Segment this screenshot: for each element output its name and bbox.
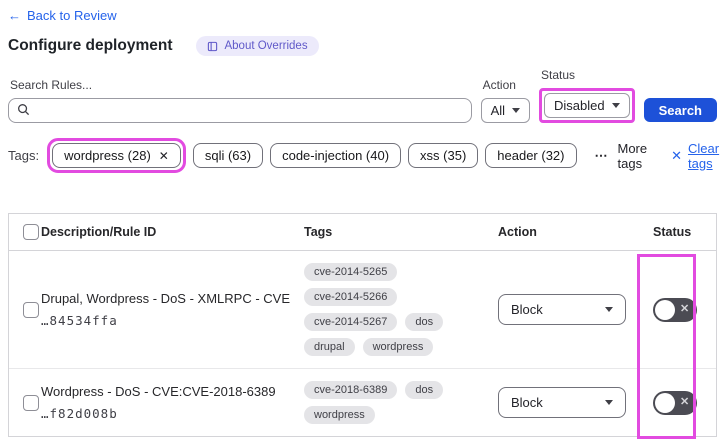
status-filter-select[interactable]: Disabled: [544, 93, 630, 118]
rule-id: …f82d008b: [41, 406, 118, 421]
action-filter-select[interactable]: All: [480, 98, 531, 123]
chevron-down-icon: [512, 108, 521, 113]
rule-tag-pill: cve-2014-5267: [304, 313, 398, 331]
toggle-knob: [655, 392, 675, 413]
back-to-review-link[interactable]: ← Back to Review: [8, 8, 117, 23]
tags-label: Tags:: [8, 148, 40, 163]
action-value: Block: [511, 395, 543, 410]
table-row: Drupal, Wordpress - DoS - XMLRPC - CVE:C…: [9, 251, 716, 369]
selected-tag-highlight: wordpress (28) ✕: [47, 138, 186, 173]
back-arrow-icon: ←: [8, 8, 21, 23]
remove-tag-icon[interactable]: ✕: [159, 149, 169, 163]
tags-bar: Tags: wordpress (28) ✕ sqli (63) code-inj…: [8, 138, 719, 173]
action-select[interactable]: Block: [498, 294, 626, 325]
select-all-checkbox[interactable]: [23, 224, 39, 240]
search-rules-label: Search Rules...: [10, 78, 93, 92]
tag-chip-label: wordpress (28): [64, 148, 151, 163]
back-link-label: Back to Review: [27, 8, 117, 23]
clear-tags-label: Clear tags: [688, 140, 720, 171]
status-filter-highlight: Disabled: [539, 88, 635, 123]
row-checkbox[interactable]: [23, 301, 39, 318]
rule-description: Wordpress - DoS - CVE:CVE-2018-6389: [41, 384, 276, 399]
search-rules-box: [8, 98, 472, 123]
status-filter-label: Status: [541, 68, 576, 82]
action-filter-value: All: [490, 103, 506, 118]
about-overrides-badge[interactable]: About Overrides: [196, 36, 319, 56]
tag-chip-wordpress[interactable]: wordpress (28) ✕: [52, 143, 181, 168]
rule-tags: cve-2014-5265 cve-2014-5266 cve-2014-5267 d…: [304, 251, 498, 368]
chevron-down-icon: [611, 103, 620, 108]
rule-description: Drupal, Wordpress - DoS - XMLRPC - CVE:C…: [41, 291, 290, 306]
tag-chip[interactable]: xss (35): [408, 143, 479, 168]
rule-tag-pill: cve-2014-5266: [304, 288, 398, 306]
row-checkbox[interactable]: [23, 394, 39, 411]
tag-chips: sqli (63) code-injection (40) xss (35) head…: [192, 143, 577, 168]
toggle-off-icon: ✕: [680, 396, 690, 408]
clear-tags-link[interactable]: ✕ Clear tags: [671, 141, 719, 171]
chevron-down-icon: [605, 307, 613, 312]
rule-tag-pill: dos: [405, 381, 444, 399]
filter-row: Search Rules... Action All Status Disabl…: [8, 68, 717, 123]
action-value: Block: [511, 302, 543, 317]
search-icon: [17, 103, 30, 119]
title-row: Configure deployment About Overrides: [8, 36, 717, 56]
rule-tag-pill: drupal: [304, 338, 355, 356]
ellipsis-icon: ⋯: [594, 147, 609, 163]
header-tags: Tags: [304, 225, 333, 239]
more-tags-label: More tags: [617, 140, 648, 171]
header-description: Description/Rule ID: [41, 225, 157, 239]
more-tags-button[interactable]: ⋯ More tags: [595, 141, 648, 171]
book-icon: [207, 41, 218, 52]
status-toggle[interactable]: ✕: [653, 297, 697, 322]
search-rules-input[interactable]: [37, 103, 463, 118]
rule-tag-pill: cve-2018-6389: [304, 381, 398, 399]
rule-tag-pill: wordpress: [362, 338, 434, 356]
page-title: Configure deployment: [8, 37, 173, 54]
status-filter-value: Disabled: [554, 98, 605, 113]
tag-chip[interactable]: header (32): [485, 143, 577, 168]
about-overrides-label: About Overrides: [224, 40, 308, 52]
rule-tag-pill: cve-2014-5265: [304, 263, 398, 281]
configure-deployment-page: ← Back to Review Configure deployment Ab…: [0, 0, 725, 439]
rule-id: …84534ffa: [41, 313, 118, 328]
action-filter-label: Action: [482, 78, 516, 92]
rule-tag-pill: wordpress: [304, 406, 375, 424]
action-select[interactable]: Block: [498, 387, 626, 418]
table-header-row: Description/Rule ID Tags Action Status: [9, 214, 716, 251]
status-toggle[interactable]: ✕: [653, 390, 697, 415]
rule-tags: cve-2018-6389 dos wordpress: [304, 369, 498, 436]
table-row: Wordpress - DoS - CVE:CVE-2018-6389 …f82…: [9, 369, 716, 436]
tag-chip[interactable]: code-injection (40): [270, 143, 402, 168]
rules-table: Description/Rule ID Tags Action Status D…: [8, 213, 717, 439]
clear-icon: ✕: [671, 147, 683, 163]
search-button[interactable]: Search: [643, 98, 717, 122]
toggle-knob: [655, 299, 675, 320]
header-status: Status: [653, 225, 692, 239]
chevron-down-icon: [605, 400, 613, 405]
header-action: Action: [498, 225, 537, 239]
rule-tag-pill: dos: [405, 313, 444, 331]
tag-chip[interactable]: sqli (63): [192, 143, 264, 168]
toggle-off-icon: ✕: [680, 303, 690, 315]
